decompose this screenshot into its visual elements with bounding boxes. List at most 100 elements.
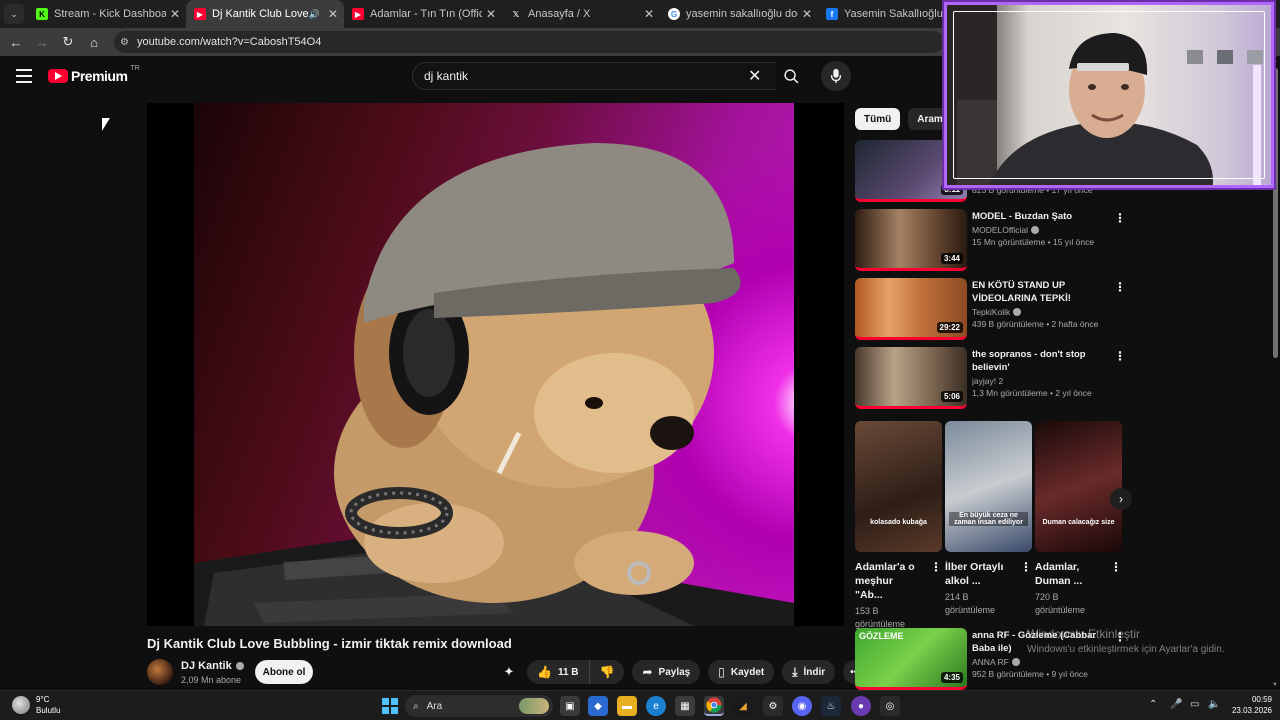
clock-time: 00:59: [1251, 695, 1272, 704]
channel-name: jayjay! 2: [972, 376, 1004, 386]
browser-tab[interactable]: 𝕏 Anasayfa / X ✕: [502, 0, 660, 28]
browser-tab-active[interactable]: ▶ Dj Kantik Club Love Bubbling 🔊 ✕: [186, 0, 344, 28]
like-button[interactable]: 👍 11 B: [527, 660, 590, 684]
menu-icon[interactable]: [16, 69, 32, 83]
short-item[interactable]: En büyük ceza ne zaman insan ediliyor İl…: [945, 421, 1032, 617]
close-icon[interactable]: ✕: [486, 7, 496, 21]
browser-tab[interactable]: K Stream - Kick Dashboard ✕: [28, 0, 186, 28]
back-icon[interactable]: ←: [4, 30, 28, 54]
more-options-icon[interactable]: ⋮: [1110, 560, 1122, 574]
more-options-icon[interactable]: ⋮: [1020, 560, 1032, 574]
short-title: Adamlar'a o meşhur "Ab...: [855, 561, 915, 601]
youtube-play-icon: [48, 69, 68, 83]
dislike-button[interactable]: 👎: [590, 660, 625, 684]
search-highlight-image: [519, 698, 549, 714]
short-views: 214 B görüntüleme: [945, 592, 996, 615]
widgets-icon[interactable]: ◆: [588, 696, 608, 716]
close-icon[interactable]: ✕: [644, 7, 654, 21]
more-options-icon[interactable]: ⋮: [930, 560, 942, 574]
duration-badge: 5:06: [940, 391, 963, 402]
channel-name[interactable]: DJ Kantik: [181, 660, 244, 672]
video-meta: 1,3 Mn görüntüleme • 2 yıl önce: [972, 388, 1092, 398]
video-meta: 952 B görüntüleme • 9 yıl önce: [972, 669, 1088, 679]
recommendation-item[interactable]: 5:06 the sopranos - don't stop believin'…: [855, 347, 1126, 409]
facebook-icon: f: [826, 8, 838, 20]
search-input[interactable]: dj kantik: [412, 62, 776, 90]
app-icon[interactable]: ●: [851, 696, 871, 716]
more-options-icon[interactable]: ⋮: [1114, 280, 1126, 294]
duration-badge: 3:44: [940, 253, 963, 264]
clear-search-icon[interactable]: ✕: [748, 66, 761, 86]
search-icon: [783, 68, 798, 83]
more-options-icon[interactable]: ⋮: [1114, 349, 1126, 363]
tab-title: Stream - Kick Dashboard: [54, 8, 166, 20]
file-explorer-icon[interactable]: ▬: [617, 696, 637, 716]
download-button[interactable]: ⤓ İndir: [782, 660, 836, 684]
shorts-next-button[interactable]: ›: [1110, 488, 1132, 510]
save-button[interactable]: ▯ Kaydet: [708, 660, 775, 684]
reload-icon[interactable]: ↻: [56, 30, 80, 54]
subscriber-count: 2,09 Mn abone: [181, 675, 242, 685]
obs-icon[interactable]: ◎: [880, 696, 900, 716]
short-thumbnail: En büyük ceza ne zaman insan ediliyor: [945, 421, 1032, 552]
more-options-icon[interactable]: ⋮: [1114, 211, 1126, 225]
channel-avatar[interactable]: [147, 659, 173, 685]
short-caption: kolasado kubağa: [870, 519, 927, 526]
logo-text: Premium: [71, 68, 128, 84]
browser-tab[interactable]: G yasemin sakallıoğlu doğru koca ✕: [660, 0, 818, 28]
short-title: İlber Ortaylı alkol ...: [945, 561, 1004, 587]
site-info-icon[interactable]: ⚙: [120, 37, 129, 48]
duration-badge: 4:35: [940, 672, 963, 683]
subscribe-button[interactable]: Abone ol: [255, 660, 313, 684]
browser-tab[interactable]: ▶ Adamlar - Tın Tın (Official Audio) ✕: [344, 0, 502, 28]
store-icon[interactable]: ▦: [675, 696, 695, 716]
sparkle-icon[interactable]: ✦: [499, 662, 519, 682]
close-icon[interactable]: ✕: [328, 7, 338, 21]
recommendation-item[interactable]: 29:22 EN KÖTÜ STAND UP VİDEOLARINA TEPKİ…: [855, 278, 1126, 340]
forward-icon[interactable]: →: [30, 30, 54, 54]
system-clock[interactable]: 00:59 23.03.2026: [1228, 694, 1272, 716]
dj-puppy-image: [194, 143, 794, 626]
tab-search-button[interactable]: ⌄: [4, 4, 24, 24]
youtube-logo[interactable]: Premium TR: [48, 65, 140, 84]
home-icon[interactable]: ⌂: [82, 30, 106, 54]
discord-icon[interactable]: ◉: [792, 696, 812, 716]
save-label: Kaydet: [730, 666, 765, 678]
close-icon[interactable]: ✕: [170, 7, 180, 21]
like-dislike-group: 👍 11 B 👎: [527, 660, 625, 684]
webcam-overlay: [944, 2, 1274, 188]
chevron-up-icon[interactable]: ⌃: [1149, 699, 1157, 710]
app-icon[interactable]: ◢: [733, 696, 753, 716]
windows-start-icon[interactable]: [380, 696, 400, 716]
task-view-icon[interactable]: ▣: [560, 696, 580, 716]
short-item[interactable]: Duman calacağız size Adamlar, Duman ... …: [1035, 421, 1122, 617]
search-button[interactable]: [776, 62, 806, 90]
address-bar[interactable]: ⚙ youtube.com/watch?v=CaboshT54O4: [114, 31, 944, 53]
short-item[interactable]: kolasado kubağa Adamlar'a o meşhur "Ab..…: [855, 421, 942, 631]
youtube-icon: ▶: [352, 8, 364, 20]
settings-gear-icon[interactable]: ⚙: [763, 696, 783, 716]
microphone-icon[interactable]: 🎤: [1170, 699, 1182, 710]
chip-all[interactable]: Tümü: [855, 108, 901, 130]
thumbnail-label: GÖZLEME: [859, 631, 904, 641]
youtube-icon: ▶: [194, 8, 206, 20]
recommendation-item[interactable]: 3:44 MODEL - Buzdan Şato MODELOfficial 1…: [855, 209, 1126, 271]
video-player[interactable]: [147, 103, 844, 626]
short-caption: En büyük ceza ne zaman insan ediliyor: [949, 512, 1028, 526]
edge-icon[interactable]: e: [646, 696, 666, 716]
weather-widget[interactable]: 9°C Bulutlu: [12, 694, 60, 716]
taskbar-search[interactable]: ⌕ Ara: [405, 695, 553, 717]
display-icon[interactable]: ▭: [1190, 699, 1199, 710]
steam-icon[interactable]: ♨: [821, 696, 841, 716]
verified-icon: [1011, 658, 1020, 666]
share-button[interactable]: ➦ Paylaş: [632, 660, 701, 684]
voice-search-button[interactable]: [821, 61, 851, 91]
speaker-icon[interactable]: 🔊: [309, 9, 320, 20]
close-icon[interactable]: ✕: [802, 7, 812, 21]
scroll-down-icon[interactable]: ▼: [1272, 682, 1278, 688]
volume-icon[interactable]: 🔈: [1208, 699, 1220, 710]
cloud-icon: [12, 696, 30, 714]
tab-title: Adamlar - Tın Tın (Official Audio): [370, 8, 482, 20]
short-title: Adamlar, Duman ...: [1035, 561, 1083, 587]
chrome-icon[interactable]: [704, 696, 724, 716]
